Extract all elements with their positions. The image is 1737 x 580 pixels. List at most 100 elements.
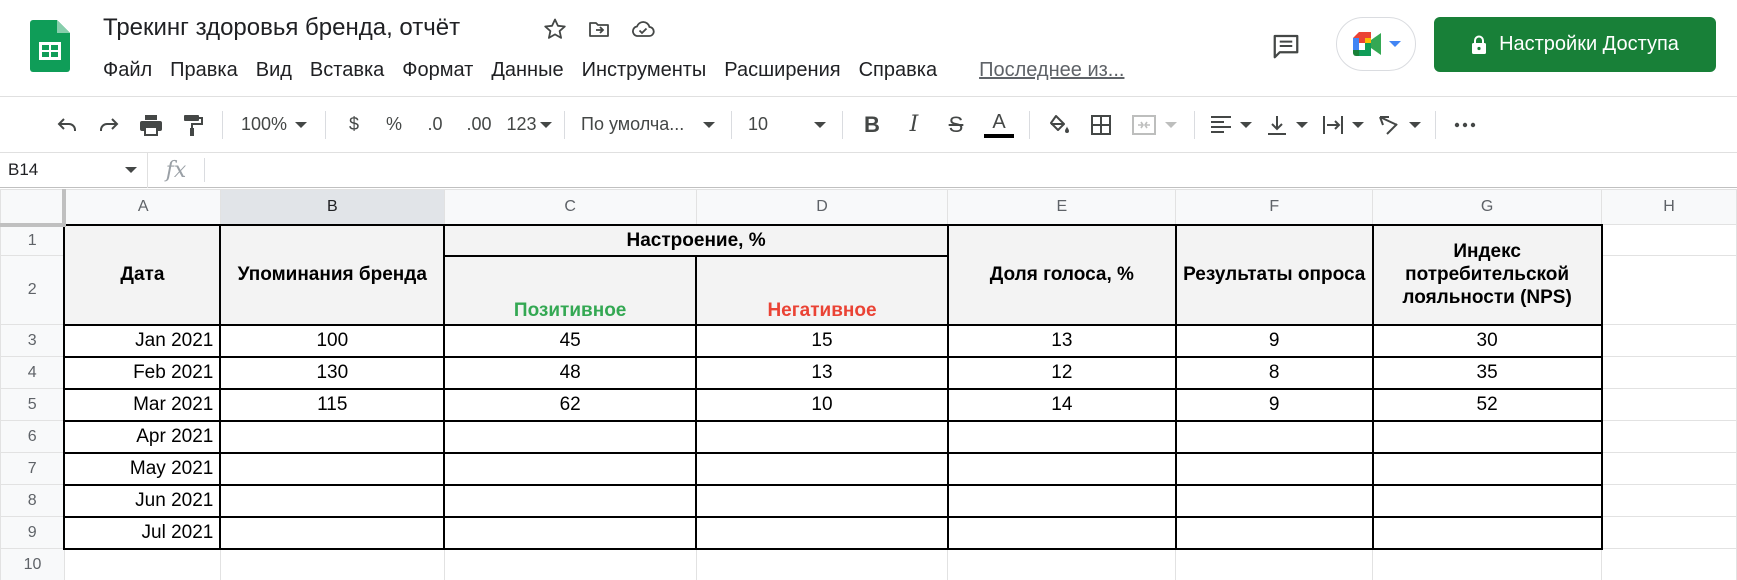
cell[interactable] [1601, 255, 1737, 325]
strikethrough-button[interactable]: S [935, 107, 977, 143]
cell-mentions[interactable]: 130 [219, 355, 446, 390]
cell-survey[interactable]: 9 [1174, 387, 1374, 422]
menu-extensions[interactable]: Расширения [715, 56, 849, 84]
row-header[interactable]: 1 [0, 224, 65, 256]
cell-positive[interactable] [443, 515, 698, 550]
row-header[interactable]: 2 [0, 255, 65, 325]
borders-button[interactable] [1080, 107, 1122, 143]
cell-negative[interactable]: 15 [695, 323, 949, 358]
menu-tools[interactable]: Инструменты [573, 56, 716, 84]
cell[interactable] [1601, 548, 1737, 580]
name-box[interactable]: B14 [0, 152, 148, 188]
column-header-f[interactable]: F [1175, 189, 1374, 225]
vertical-align-button[interactable] [1259, 107, 1315, 143]
cell-survey[interactable] [1174, 451, 1374, 486]
cell[interactable] [443, 548, 697, 580]
increase-decimal-button[interactable]: .00 [456, 107, 502, 143]
cell-share-of-voice[interactable] [946, 515, 1177, 550]
cell-date[interactable]: Mar 2021 [63, 387, 222, 422]
cell-mentions[interactable]: 115 [219, 387, 446, 422]
merge-cells-button[interactable] [1122, 107, 1186, 143]
column-header-c[interactable]: C [443, 189, 697, 225]
cell[interactable] [1601, 224, 1737, 256]
cell-positive[interactable]: 45 [443, 323, 698, 358]
cell[interactable] [1372, 548, 1603, 580]
header-positive[interactable]: Позитивное [443, 254, 698, 326]
cloud-saved-icon[interactable] [630, 16, 656, 42]
cell-share-of-voice[interactable]: 12 [946, 355, 1177, 390]
text-rotation-button[interactable] [1371, 107, 1427, 143]
row-header[interactable]: 9 [0, 516, 65, 549]
cell-negative[interactable] [695, 515, 949, 550]
header-negative[interactable]: Негативное [695, 254, 949, 326]
cell-date[interactable]: Jul 2021 [63, 515, 222, 550]
cell-survey[interactable]: 9 [1174, 323, 1374, 358]
bold-button[interactable]: B [851, 107, 893, 143]
column-header-b[interactable]: B [219, 189, 445, 225]
column-header-e[interactable]: E [947, 189, 1177, 225]
currency-format-button[interactable]: $ [334, 107, 374, 143]
document-title[interactable]: Трекинг здоровья бренда, отчёт [103, 14, 460, 42]
cell-survey[interactable] [1174, 515, 1374, 550]
menu-file[interactable]: Файл [94, 56, 161, 84]
share-button[interactable]: Настройки Доступа [1434, 17, 1716, 72]
cell-share-of-voice[interactable] [946, 451, 1177, 486]
comments-button[interactable] [1266, 26, 1306, 66]
cell-date[interactable]: May 2021 [63, 451, 222, 486]
font-size-select[interactable]: 10 [740, 107, 834, 143]
percent-format-button[interactable]: % [374, 107, 414, 143]
row-header[interactable]: 6 [0, 420, 65, 453]
horizontal-align-button[interactable] [1203, 107, 1259, 143]
meet-button[interactable] [1336, 17, 1416, 71]
cell[interactable] [695, 548, 949, 580]
text-color-button[interactable]: A [977, 107, 1021, 143]
cell-negative[interactable] [695, 419, 949, 454]
column-header-d[interactable]: D [695, 189, 949, 225]
more-formats-button[interactable]: 123 [502, 107, 556, 143]
cell-nps[interactable]: 30 [1371, 323, 1603, 358]
cell-positive[interactable] [443, 483, 698, 518]
undo-button[interactable] [46, 107, 88, 143]
fill-color-button[interactable] [1038, 107, 1080, 143]
cell[interactable] [1601, 356, 1737, 389]
cell-nps[interactable]: 35 [1371, 355, 1603, 390]
cell-share-of-voice[interactable] [946, 419, 1177, 454]
cell-negative[interactable]: 13 [695, 355, 949, 390]
cell-positive[interactable]: 62 [443, 387, 698, 422]
row-header[interactable]: 5 [0, 388, 65, 421]
sheets-logo-icon[interactable] [30, 20, 70, 72]
select-all-corner[interactable] [0, 189, 67, 227]
cell[interactable] [1601, 324, 1737, 357]
menu-view[interactable]: Вид [247, 56, 301, 84]
cell-negative[interactable]: 10 [695, 387, 949, 422]
cell-mentions[interactable]: 100 [219, 323, 446, 358]
cell-nps[interactable]: 52 [1371, 387, 1603, 422]
menu-format[interactable]: Формат [393, 56, 482, 84]
text-wrap-button[interactable] [1315, 107, 1371, 143]
cell-negative[interactable] [695, 451, 949, 486]
cell[interactable] [947, 548, 1177, 580]
zoom-select[interactable]: 100% [231, 107, 317, 143]
last-edit-link[interactable]: Последнее из... [970, 56, 1133, 84]
cell-nps[interactable] [1371, 515, 1603, 550]
column-header-h[interactable]: H [1601, 189, 1737, 225]
more-options-button[interactable] [1444, 107, 1486, 143]
cell-nps[interactable] [1371, 483, 1603, 518]
cell[interactable] [1601, 484, 1737, 517]
cell-positive[interactable] [443, 451, 698, 486]
paint-format-button[interactable] [172, 107, 214, 143]
redo-button[interactable] [88, 107, 130, 143]
header-nps[interactable]: Индекс потребительской лояльности (NPS) [1371, 223, 1603, 326]
cell[interactable] [219, 548, 445, 580]
header-share-of-voice[interactable]: Доля голоса, % [946, 223, 1177, 326]
cell-positive[interactable] [443, 419, 698, 454]
header-survey-results[interactable]: Результаты опроса [1174, 223, 1374, 326]
cell[interactable] [1601, 452, 1737, 485]
cell-survey[interactable]: 8 [1174, 355, 1374, 390]
cell-mentions[interactable] [219, 419, 446, 454]
row-header[interactable]: 7 [0, 452, 65, 485]
cell[interactable] [1601, 420, 1737, 453]
font-family-select[interactable]: По умолча... [573, 107, 723, 143]
row-header[interactable]: 8 [0, 484, 65, 517]
cell-share-of-voice[interactable]: 13 [946, 323, 1177, 358]
